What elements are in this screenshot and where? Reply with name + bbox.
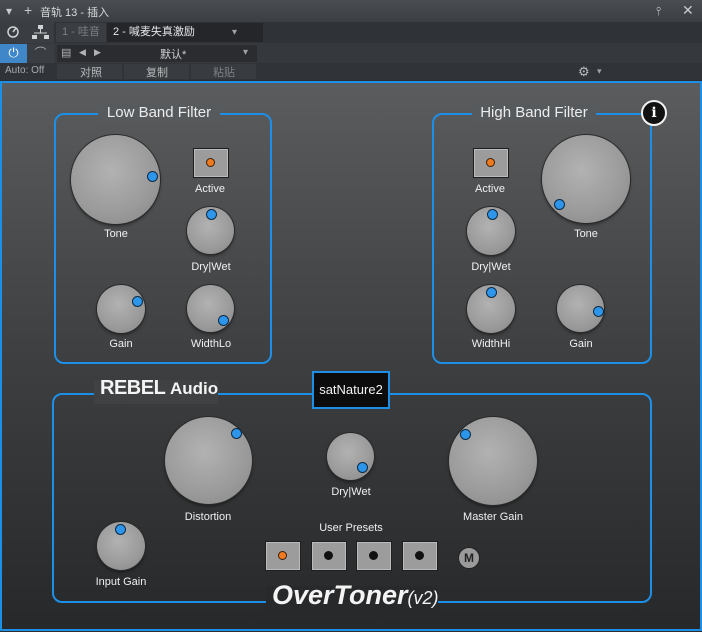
low-active-label: Active <box>195 183 225 195</box>
low-gain-label: Gain <box>109 338 133 350</box>
main-drywet-knob[interactable] <box>327 433 374 480</box>
tab-plugin-2[interactable]: 2 - 喊麦失真激励 <box>107 23 263 42</box>
paste-label: 粘贴 <box>213 67 235 79</box>
low-gain-knob[interactable] <box>97 285 145 333</box>
gear-icon[interactable]: ⚙ <box>578 64 590 80</box>
next-preset-icon[interactable]: ▶ <box>94 47 101 58</box>
knob-indicator <box>132 296 143 307</box>
knob-indicator <box>206 209 217 220</box>
chain-icon <box>32 25 49 39</box>
active-led <box>486 158 495 167</box>
knob-indicator <box>147 171 158 182</box>
user-presets-label: User Presets <box>319 522 383 534</box>
low-width-knob[interactable] <box>187 285 234 332</box>
input-gain-label: Input Gain <box>95 576 147 588</box>
high-width-knob[interactable] <box>467 285 515 333</box>
high-gain-label: Gain <box>569 338 593 350</box>
automation-icon: ⌒ <box>34 46 47 60</box>
high-drywet-knob[interactable] <box>467 207 515 255</box>
user-preset-1[interactable] <box>265 541 301 571</box>
user-preset-4[interactable] <box>402 541 438 571</box>
power-icon: ⏻ <box>8 45 19 60</box>
product-name: OverToner <box>272 580 408 610</box>
active-led <box>206 158 215 167</box>
knob-indicator <box>486 287 497 298</box>
routing-icon <box>7 26 19 38</box>
main-drywet-label: Dry|Wet <box>331 486 371 498</box>
distortion-knob[interactable] <box>165 417 252 504</box>
save-icon[interactable]: ▤ <box>61 46 71 59</box>
copy-label: 复制 <box>146 67 168 79</box>
knob-indicator <box>554 199 565 210</box>
low-active-button[interactable] <box>193 148 229 178</box>
user-preset-2[interactable] <box>311 541 347 571</box>
compare-label: 对照 <box>80 67 102 79</box>
high-tone-label: Tone <box>574 228 598 240</box>
knob-indicator <box>218 315 229 326</box>
preset-led <box>369 551 378 560</box>
routing-knob-button[interactable] <box>0 22 27 43</box>
high-band-title: High Band Filter <box>480 104 588 121</box>
master-gain-label: Master Gain <box>463 511 523 523</box>
low-drywet-knob[interactable] <box>187 207 234 254</box>
close-icon[interactable]: ✕ <box>682 3 694 17</box>
product-logo: OverToner(v2) <box>268 580 443 611</box>
knob-indicator <box>487 209 498 220</box>
low-tone-knob[interactable] <box>71 135 160 224</box>
knob-indicator <box>231 428 242 439</box>
knob-indicator <box>115 524 126 535</box>
low-tone-label: Tone <box>104 228 128 240</box>
tab-dropdown-icon[interactable]: ▾ <box>232 26 237 40</box>
product-version: (v2) <box>407 588 439 608</box>
power-button[interactable]: ⏻ <box>0 44 27 63</box>
preset-led <box>324 551 333 560</box>
input-gain-knob[interactable] <box>97 522 145 570</box>
knob-indicator <box>357 462 368 473</box>
preset-dropdown-icon[interactable]: ▾ <box>243 47 248 58</box>
preset-selector[interactable] <box>57 45 257 62</box>
low-drywet-label: Dry|Wet <box>191 261 231 273</box>
knob-indicator <box>460 429 471 440</box>
high-tone-knob[interactable] <box>542 135 630 223</box>
settings-dropdown-icon[interactable]: ▾ <box>597 66 602 77</box>
distortion-label: Distortion <box>184 511 232 523</box>
prev-preset-icon[interactable]: ◀ <box>79 47 86 58</box>
brand-name: REBEL <box>100 377 165 399</box>
main-panel <box>52 393 652 603</box>
automation-button[interactable]: ⌒ <box>27 44 54 63</box>
brand-logo: REBEL Audio <box>96 377 222 400</box>
high-active-label: Active <box>475 183 505 195</box>
auto-status: Auto: Off <box>5 65 45 76</box>
high-active-button[interactable] <box>473 148 509 178</box>
tab-plugin-1[interactable]: 1 - 哇音 <box>56 23 106 42</box>
preset-led-on <box>278 551 287 560</box>
master-gain-knob[interactable] <box>449 417 537 505</box>
low-band-title: Low Band Filter <box>106 104 212 121</box>
high-gain-knob[interactable] <box>557 285 604 332</box>
preset-name-display[interactable]: satNature2 <box>312 371 390 409</box>
high-drywet-label: Dry|Wet <box>471 261 511 273</box>
add-icon[interactable]: + <box>24 3 32 17</box>
user-preset-3[interactable] <box>356 541 392 571</box>
collapse-arrow-icon[interactable]: ▾ <box>6 4 12 18</box>
preset-led <box>415 551 424 560</box>
pin-icon[interactable]: ⫯ <box>656 4 661 18</box>
window-title: 音轨 13 - 插入 <box>40 7 110 19</box>
brand-suffix: Audio <box>169 379 219 398</box>
low-width-label: WidthLo <box>190 338 232 350</box>
info-button[interactable]: i <box>641 100 667 126</box>
signal-chain-button[interactable] <box>27 22 54 43</box>
knob-indicator <box>593 306 604 317</box>
preset-name: 默认* <box>160 49 187 61</box>
memory-button[interactable]: M <box>458 547 480 569</box>
high-width-label: WidthHi <box>471 338 511 350</box>
